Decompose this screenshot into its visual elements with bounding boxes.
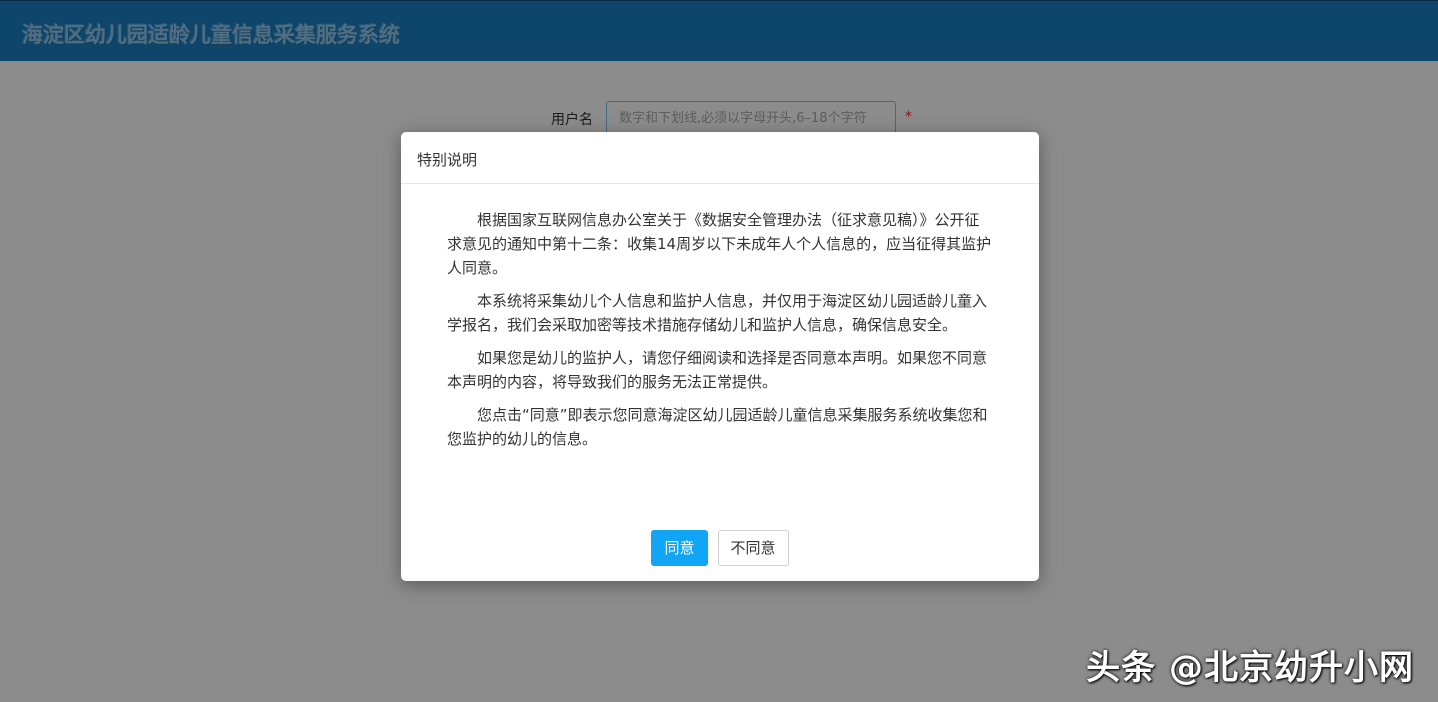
dialog-footer: 同意 不同意 <box>401 530 1039 566</box>
notice-paragraph: 如果您是幼儿的监护人，请您仔细阅读和选择是否同意本声明。如果您不同意本声明的内容… <box>447 349 988 391</box>
dialog-body: 根据国家互联网信息办公室关于《数据安全管理办法（征求意见稿）》公开征求意见的通知… <box>401 184 1039 451</box>
page: 海淀区幼儿园适龄儿童信息采集服务系统 用户名 * 特别说明 根据国家互联网信息办… <box>0 0 1438 702</box>
notice-paragraph: 本系统将采集幼儿个人信息和监护人信息，并仅用于海淀区幼儿园适龄儿童入学报名，我们… <box>447 292 988 334</box>
dialog-title: 特别说明 <box>417 151 478 169</box>
notice-paragraph: 根据国家互联网信息办公室关于《数据安全管理办法（征求意见稿）》公开征求意见的通知… <box>447 211 992 277</box>
special-notice-dialog: 特别说明 根据国家互联网信息办公室关于《数据安全管理办法（征求意见稿）》公开征求… <box>401 132 1039 581</box>
dialog-header: 特别说明 <box>401 132 1039 184</box>
watermark: 头条 @北京幼升小网 <box>1086 648 1414 688</box>
disagree-button[interactable]: 不同意 <box>717 530 789 566</box>
agree-button[interactable]: 同意 <box>651 530 708 566</box>
notice-paragraph: 您点击“同意”即表示您同意海淀区幼儿园适龄儿童信息采集服务系统收集您和您监护的幼… <box>447 406 988 448</box>
